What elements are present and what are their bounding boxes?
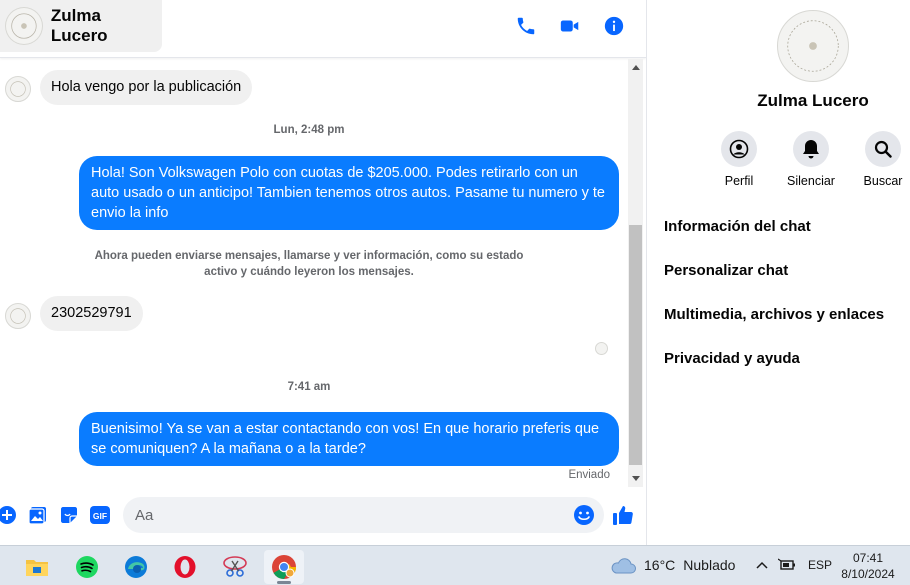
- contact-avatar: [5, 7, 43, 45]
- video-camera-icon[interactable]: [558, 14, 582, 38]
- chevron-up-icon[interactable]: [756, 561, 768, 569]
- emoji-icon[interactable]: [573, 504, 595, 526]
- mute-label: Silenciar: [787, 174, 835, 188]
- svg-text:GIF: GIF: [93, 511, 107, 521]
- bell-icon: [793, 131, 829, 167]
- contact-avatar-small: [5, 303, 31, 329]
- opera-icon[interactable]: [165, 550, 205, 584]
- battery-network-icon[interactable]: [778, 558, 796, 572]
- profile-button[interactable]: Perfil: [709, 131, 769, 188]
- clock-time: 07:41: [852, 551, 884, 565]
- weather-temperature: 16°C: [644, 557, 676, 573]
- menu-privacy-help[interactable]: Privacidad y ayuda: [664, 350, 800, 367]
- message-scrollbar[interactable]: [628, 59, 643, 487]
- menu-customize-chat[interactable]: Personalizar chat: [664, 262, 788, 279]
- search-icon: [865, 131, 901, 167]
- search-button[interactable]: Buscar: [853, 131, 910, 188]
- windows-taskbar: 16°C Nublado ESP 07:41 8/10/2024: [0, 545, 910, 585]
- composer: GIF: [0, 490, 646, 542]
- contact-profile-name: Zulma Lucero: [757, 91, 869, 110]
- incoming-message[interactable]: Hola vengo por la publicación: [40, 70, 253, 105]
- incoming-message[interactable]: 2302529791: [40, 296, 143, 331]
- edge-icon[interactable]: [116, 550, 156, 584]
- thumbs-up-icon[interactable]: [612, 504, 634, 526]
- outgoing-message[interactable]: Buenisimo! Ya se van a estar contactando…: [79, 412, 619, 466]
- system-clock[interactable]: 07:41 8/10/2024: [836, 550, 900, 582]
- phone-icon[interactable]: [514, 14, 538, 38]
- file-explorer-icon[interactable]: [17, 550, 57, 584]
- cloud-icon: [611, 558, 636, 574]
- chat-pane: Zulma Lucero Hola vengo por la publicaci…: [0, 0, 646, 545]
- photo-icon[interactable]: [27, 504, 49, 526]
- scroll-thumb[interactable]: [629, 225, 642, 465]
- search-label: Buscar: [863, 174, 903, 188]
- snipping-tool-icon[interactable]: [215, 550, 255, 584]
- language-indicator[interactable]: ESP: [808, 558, 832, 572]
- encryption-notice: Ahora pueden enviarse mensajes, llamarse…: [94, 250, 524, 278]
- scroll-up-arrow-icon[interactable]: [628, 61, 643, 73]
- active-app-indicator: [277, 581, 291, 584]
- menu-chat-info[interactable]: Información del chat: [664, 218, 811, 235]
- message-input[interactable]: [123, 497, 604, 533]
- info-icon[interactable]: [602, 14, 626, 38]
- mute-button[interactable]: Silenciar: [781, 131, 841, 188]
- message-list[interactable]: Hola vengo por la publicación Lun, 2:48 …: [0, 59, 628, 487]
- contact-header-button[interactable]: Zulma Lucero: [0, 0, 162, 52]
- system-tray: ESP: [756, 558, 832, 572]
- weather-widget[interactable]: 16°C Nublado: [610, 556, 735, 574]
- scroll-down-arrow-icon[interactable]: [628, 473, 643, 485]
- menu-media-files-links[interactable]: Multimedia, archivos y enlaces: [664, 306, 884, 323]
- sticker-icon[interactable]: [58, 504, 80, 526]
- profile-icon: [721, 131, 757, 167]
- outgoing-message[interactable]: Hola! Son Volkswagen Polo con cuotas de …: [79, 156, 619, 230]
- weather-description: Nublado: [683, 557, 736, 573]
- clock-date: 8/10/2024: [841, 567, 895, 581]
- timestamp: 7:41 am: [287, 381, 331, 393]
- seen-indicator-avatar: [595, 342, 608, 355]
- chrome-icon[interactable]: [264, 550, 304, 584]
- profile-label: Perfil: [724, 174, 754, 188]
- contact-profile-avatar[interactable]: [777, 10, 849, 82]
- sent-status: Enviado: [568, 469, 610, 481]
- contact-avatar-small: [5, 76, 31, 102]
- chat-header: Zulma Lucero: [0, 0, 646, 58]
- gif-icon[interactable]: GIF: [89, 504, 111, 526]
- chat-details-panel: Zulma Lucero Perfil Silenciar Buscar Inf…: [646, 0, 910, 545]
- spotify-icon[interactable]: [67, 550, 107, 584]
- contact-name: Zulma Lucero: [50, 6, 108, 45]
- plus-icon[interactable]: [0, 504, 18, 526]
- messenger-window: Zulma Lucero Hola vengo por la publicaci…: [0, 0, 910, 585]
- timestamp: Lun, 2:48 pm: [273, 124, 345, 136]
